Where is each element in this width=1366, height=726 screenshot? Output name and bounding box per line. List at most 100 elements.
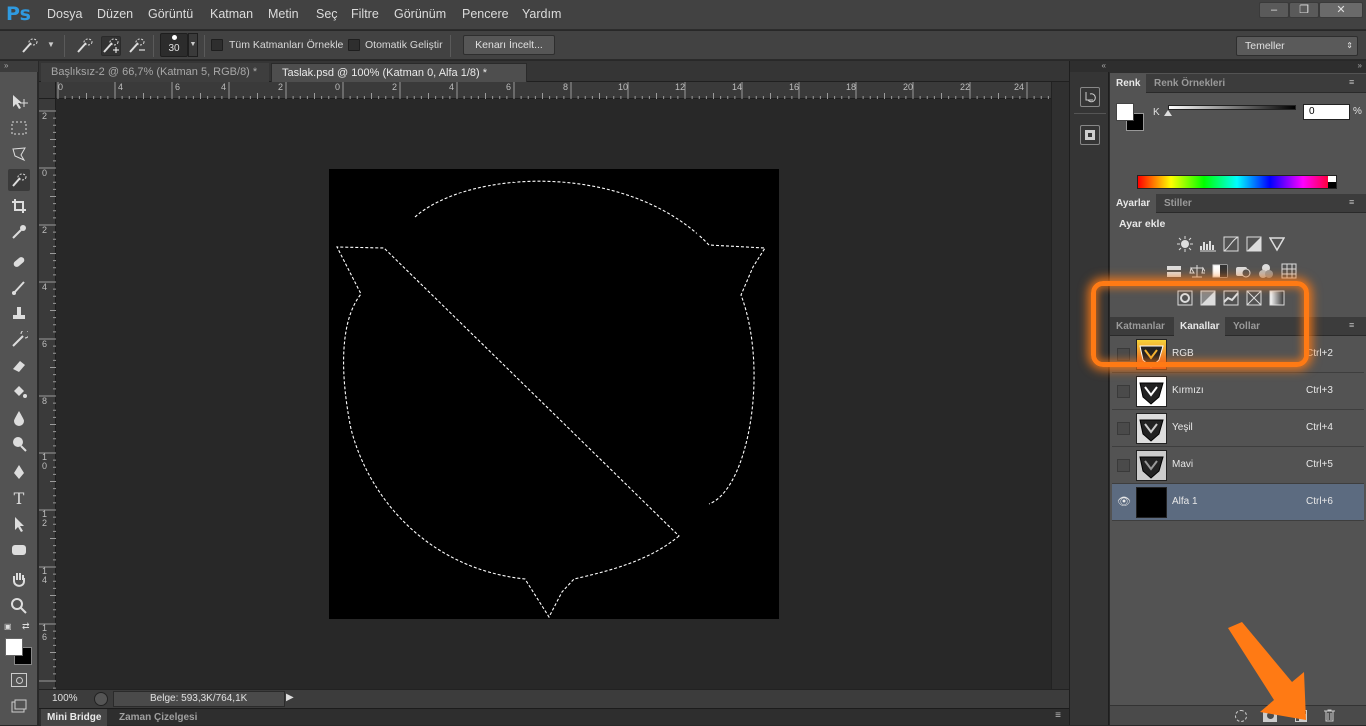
menu-select[interactable]: Seç	[316, 7, 338, 21]
quick-mask-icon[interactable]	[11, 673, 27, 687]
clone-stamp-tool-icon[interactable]	[8, 303, 30, 325]
document-canvas[interactable]	[329, 169, 779, 619]
preset-dropdown-icon[interactable]: ▼	[47, 40, 55, 49]
workspace-dropdown[interactable]: Temeller ⇕	[1236, 36, 1358, 56]
delete-channel-icon[interactable]	[1324, 709, 1335, 722]
black-sample[interactable]	[1328, 182, 1336, 188]
k-value-input[interactable]: 0	[1303, 104, 1350, 120]
quick-selection-tool-icon[interactable]	[8, 169, 30, 191]
foreground-swatch[interactable]	[1116, 103, 1134, 121]
menu-edit[interactable]: Düzen	[97, 7, 133, 21]
type-tool-icon[interactable]: T	[8, 487, 30, 509]
channel-mixer-icon[interactable]	[1258, 263, 1274, 279]
color-spectrum-bar[interactable]	[1137, 175, 1337, 189]
black-white-icon[interactable]	[1212, 263, 1228, 279]
visibility-toggle[interactable]	[1117, 385, 1130, 398]
pen-tool-icon[interactable]	[8, 461, 30, 483]
horizontal-ruler[interactable]: 0 0 2 4 6 8 10 12 14 16 18 20 22 24 4 6 …	[56, 82, 1051, 99]
eyedropper-tool-icon[interactable]	[8, 221, 30, 243]
menu-file[interactable]: Dosya	[47, 7, 82, 21]
marquee-tool-icon[interactable]	[8, 117, 30, 139]
dodge-tool-icon[interactable]	[8, 433, 30, 455]
levels-icon[interactable]	[1200, 236, 1216, 252]
expand-dock-icon[interactable]: «	[1070, 61, 1110, 72]
new-selection-icon[interactable]	[75, 36, 95, 56]
canvas-vertical-scrollbar[interactable]	[1051, 82, 1069, 689]
vertical-ruler[interactable]: 2 0 2 4 6 8 1 0 1 2 1 4 1 6	[39, 99, 56, 689]
doc-info-field[interactable]: Belge: 593,3K/764,1K	[113, 691, 285, 707]
collapse-toolbar-icon[interactable]: »	[0, 61, 38, 72]
path-selection-tool-icon[interactable]	[8, 513, 30, 535]
color-balance-icon[interactable]	[1189, 263, 1207, 279]
history-brush-tool-icon[interactable]	[8, 329, 30, 351]
zoom-tool-icon[interactable]	[8, 595, 30, 617]
move-tool-icon[interactable]	[8, 91, 30, 113]
status-menu-arrow-icon[interactable]: ▶	[286, 692, 294, 703]
restore-button[interactable]: ❐	[1289, 2, 1319, 18]
quick-selection-preset-icon[interactable]	[20, 36, 40, 56]
visibility-toggle[interactable]	[1117, 422, 1130, 435]
menu-type[interactable]: Metin	[268, 7, 299, 21]
tab-adjustments[interactable]: Ayarlar	[1110, 194, 1157, 213]
hue-saturation-icon[interactable]	[1166, 263, 1182, 279]
menu-window[interactable]: Pencere	[462, 7, 509, 21]
auto-enhance-checkbox[interactable]	[348, 39, 360, 51]
crop-tool-icon[interactable]	[8, 195, 30, 217]
refine-edge-button[interactable]: Kenarı İncelt...	[463, 35, 555, 55]
foreground-color-swatch[interactable]	[5, 638, 23, 656]
healing-brush-tool-icon[interactable]	[8, 251, 30, 273]
color-lookup-icon[interactable]	[1281, 263, 1297, 279]
default-colors-icon[interactable]: ▣	[4, 622, 12, 631]
tab-swatches[interactable]: Renk Örnekleri	[1148, 74, 1231, 93]
eye-icon[interactable]: 👁	[1117, 496, 1131, 509]
channel-row-blue[interactable]: Mavi Ctrl+5	[1112, 447, 1364, 484]
properties-panel-icon[interactable]	[1080, 125, 1100, 145]
photo-filter-icon[interactable]	[1235, 263, 1251, 279]
lasso-tool-icon[interactable]	[8, 143, 30, 165]
document-tab-untitled[interactable]: Başlıksız-2 @ 66,7% (Katman 5, RGB/8) *	[41, 63, 269, 82]
tab-color[interactable]: Renk	[1110, 74, 1147, 93]
curves-icon[interactable]	[1223, 236, 1239, 252]
menu-filter[interactable]: Filtre	[351, 7, 379, 21]
tab-mini-bridge[interactable]: Mini Bridge	[41, 709, 108, 726]
k-slider-track[interactable]	[1168, 105, 1296, 110]
channel-row-alpha-1[interactable]: 👁 Alfa 1 Ctrl+6	[1112, 484, 1364, 521]
exposure-icon[interactable]	[1246, 236, 1262, 252]
paint-bucket-tool-icon[interactable]	[8, 381, 30, 403]
brightness-contrast-icon[interactable]	[1177, 236, 1193, 252]
channel-row-green[interactable]: Yeşil Ctrl+4	[1112, 410, 1364, 447]
brush-picker-dropdown-icon[interactable]: ▼	[188, 33, 198, 57]
swap-colors-icon[interactable]: ⇄	[22, 621, 30, 632]
tab-styles[interactable]: Stiller	[1158, 194, 1198, 213]
tab-timeline[interactable]: Zaman Çizelgesi	[113, 709, 203, 726]
sample-all-layers-checkbox[interactable]	[211, 39, 223, 51]
menu-image[interactable]: Görüntü	[148, 7, 193, 21]
close-button[interactable]: ✕	[1319, 2, 1363, 18]
hand-tool-icon[interactable]	[8, 569, 30, 591]
rectangle-tool-icon[interactable]	[8, 539, 30, 561]
zoom-level[interactable]: 100%	[52, 693, 78, 704]
menu-help[interactable]: Yardım	[522, 7, 561, 21]
brush-tool-icon[interactable]	[8, 277, 30, 299]
slider-thumb-icon[interactable]	[1164, 110, 1172, 116]
minimize-button[interactable]: –	[1259, 2, 1289, 18]
panel-menu-icon[interactable]: ≡	[1349, 197, 1361, 209]
menu-view[interactable]: Görünüm	[394, 7, 446, 21]
panel-menu-icon[interactable]: ≡	[1349, 77, 1361, 89]
status-info-icon[interactable]	[94, 692, 108, 706]
document-tab-taslak[interactable]: Taslak.psd @ 100% (Katman 0, Alfa 1/8) *	[271, 63, 527, 82]
eraser-tool-icon[interactable]	[8, 355, 30, 377]
subtract-from-selection-icon[interactable]	[127, 36, 147, 56]
panel-menu-icon[interactable]: ≡	[1349, 320, 1361, 332]
panel-menu-icon[interactable]: ≡	[1055, 710, 1061, 721]
channel-row-red[interactable]: Kırmızı Ctrl+3	[1112, 373, 1364, 410]
visibility-toggle[interactable]	[1117, 459, 1130, 472]
brush-size-picker[interactable]: 30	[160, 33, 188, 57]
screen-mode-icon[interactable]	[11, 699, 27, 713]
vibrance-icon[interactable]	[1268, 236, 1286, 252]
add-to-selection-icon[interactable]	[101, 36, 121, 56]
blur-tool-icon[interactable]	[8, 407, 30, 429]
menu-layer[interactable]: Katman	[210, 7, 253, 21]
history-panel-icon[interactable]	[1080, 87, 1100, 107]
collapse-panels-icon[interactable]: »	[1358, 61, 1362, 70]
